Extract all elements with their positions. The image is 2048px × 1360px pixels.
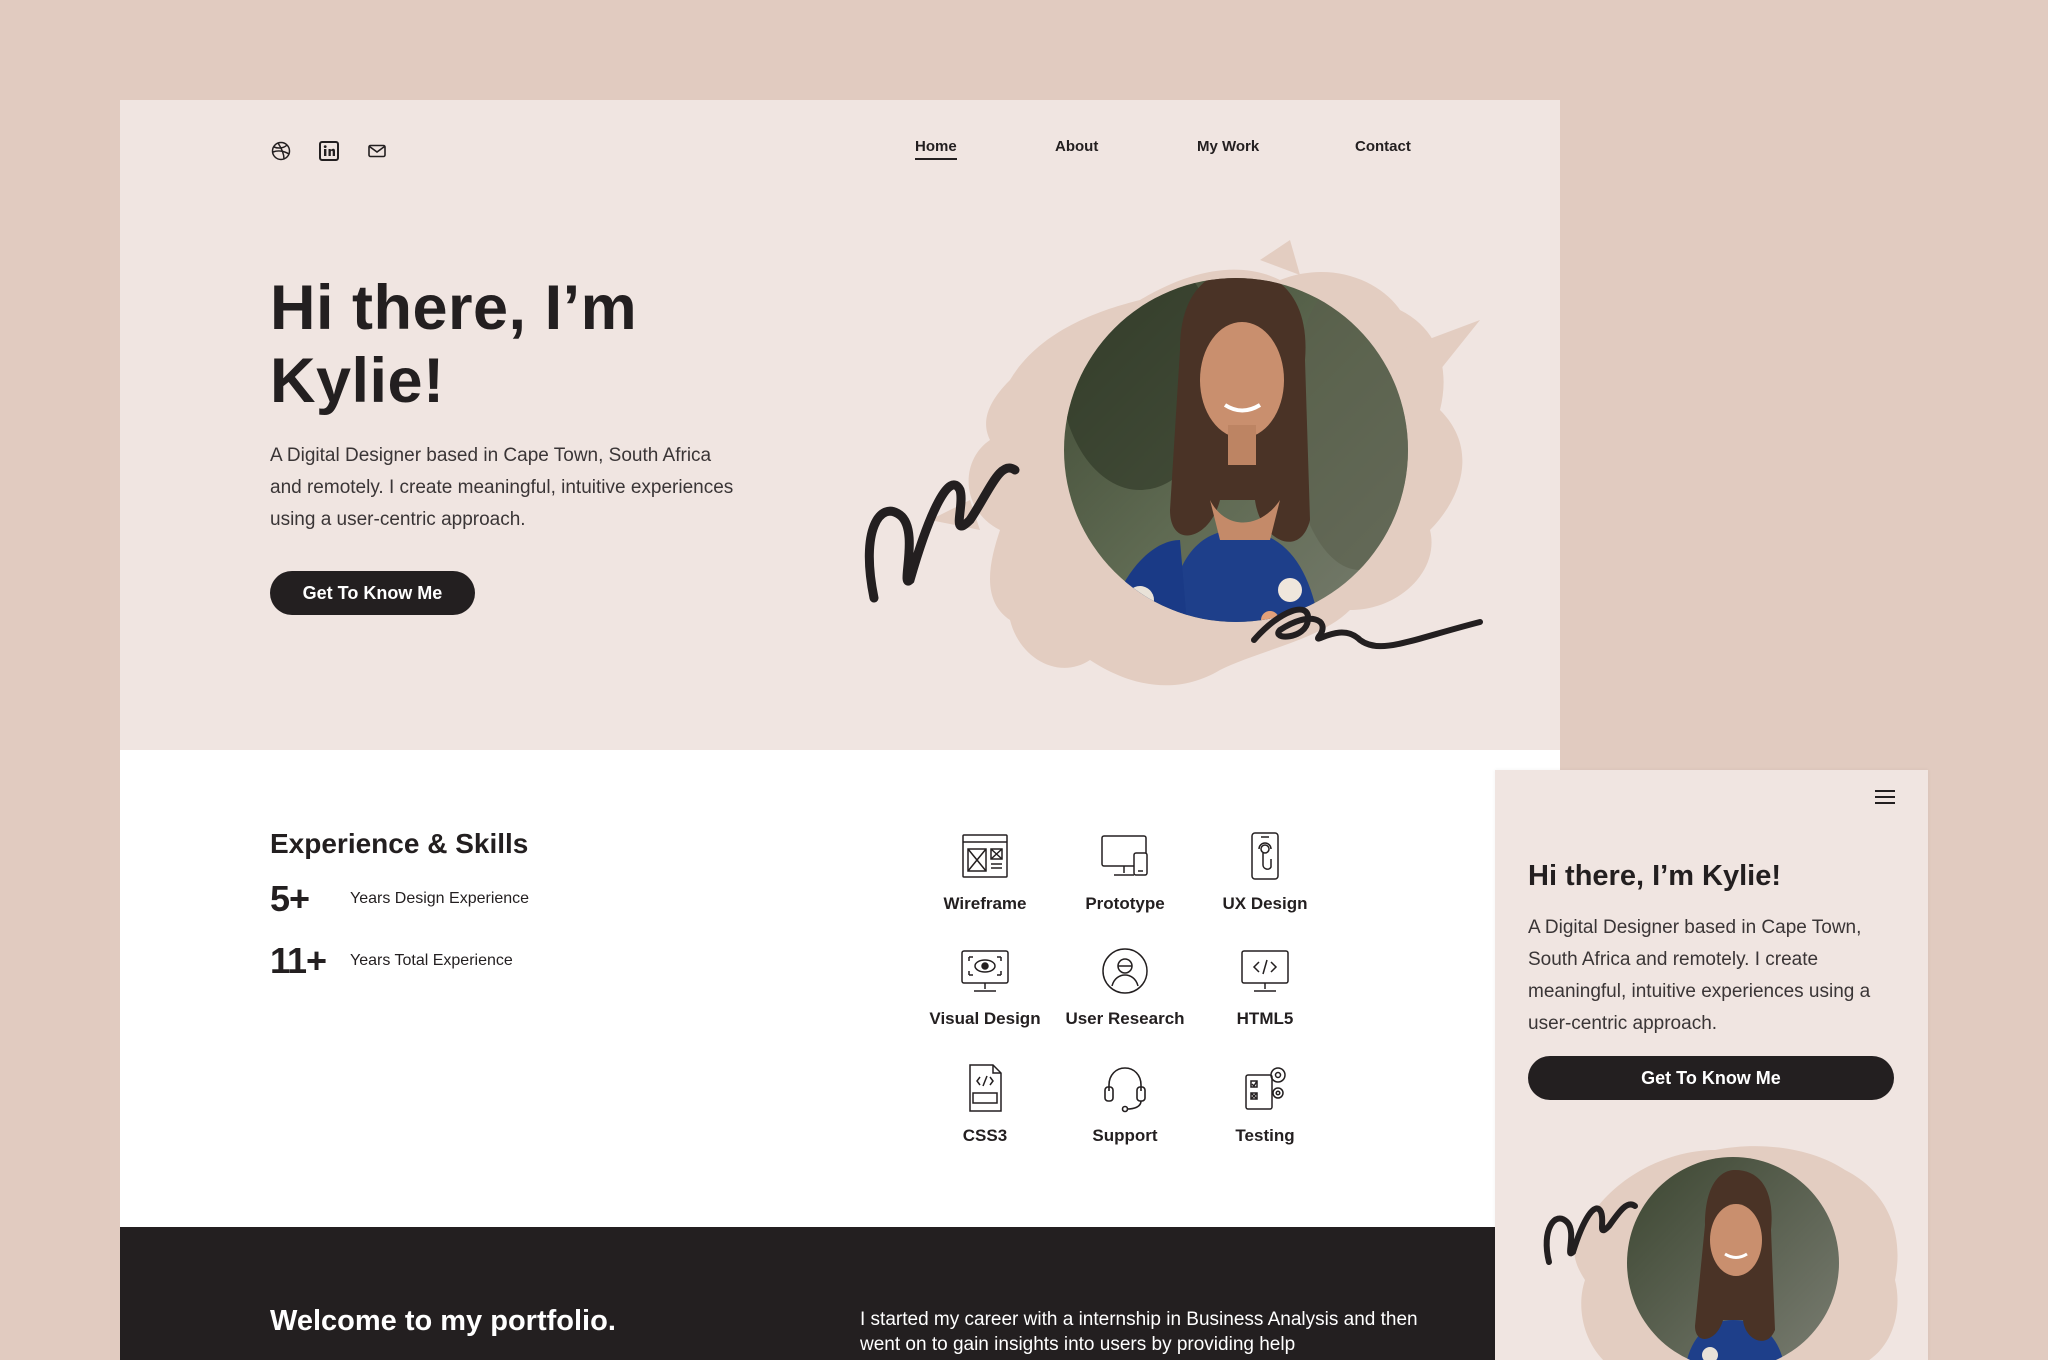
welcome-heading: Welcome to my portfolio.: [270, 1305, 616, 1337]
about-paragraph: I started my career with a internship in…: [860, 1309, 1418, 1355]
mobile-portrait-art: [1543, 1146, 1898, 1360]
skill-label: HTML5: [1236, 1009, 1294, 1028]
skill-support: Support: [1050, 1060, 1200, 1146]
stat-label: Years Design Experience: [350, 890, 530, 907]
skill-label: Visual Design: [929, 1009, 1041, 1028]
hero-portrait-art: [864, 240, 1483, 686]
skill-label: CSS3: [962, 1126, 1008, 1145]
user-research-icon: [1097, 943, 1153, 999]
skill-ux-design: UX Design: [1190, 828, 1340, 914]
skill-html5: HTML5: [1190, 943, 1340, 1029]
skill-label: Support: [1092, 1126, 1158, 1145]
visual-design-icon: [957, 943, 1013, 999]
mobile-get-to-know-me-button[interactable]: Get To Know Me: [1528, 1056, 1894, 1100]
main-nav: Home About My Work Contact: [915, 138, 1415, 168]
stat-value: 11+: [270, 940, 327, 981]
support-icon: [1097, 1060, 1153, 1116]
stat-total-experience: 11+ Years Total Experience: [270, 940, 513, 982]
skill-prototype: Prototype: [1050, 828, 1200, 914]
mobile-page: Hi there, I’m Kylie! A Digital Designer …: [1495, 770, 1928, 1360]
stat-value: 5+: [270, 878, 310, 919]
testing-icon: [1237, 1060, 1293, 1116]
mobile-hero-title: Hi there, I’m Kylie!: [1528, 860, 1782, 892]
linkedin-icon[interactable]: [318, 140, 340, 162]
html5-icon: [1237, 943, 1293, 999]
mail-icon[interactable]: [366, 140, 388, 162]
hero-title: Hi there, I’m Kylie!: [270, 272, 870, 418]
stat-label: Years Total Experience: [350, 952, 513, 969]
skill-label: UX Design: [1222, 894, 1308, 913]
css3-icon: [957, 1060, 1013, 1116]
skill-label: Prototype: [1085, 894, 1165, 913]
hero-title-line-1: Hi there, I’m: [270, 273, 638, 343]
get-to-know-me-button[interactable]: Get To Know Me: [270, 571, 475, 615]
skill-testing: Testing: [1190, 1060, 1340, 1146]
dribbble-icon[interactable]: [270, 140, 292, 162]
prototype-icon: [1097, 828, 1153, 884]
wireframe-icon: [957, 828, 1013, 884]
nav-contact[interactable]: Contact: [1355, 138, 1411, 155]
skills-grid: Wireframe Prototype UX Design Visual Des…: [910, 828, 1340, 1168]
skill-user-research: User Research: [1050, 943, 1200, 1029]
skill-visual-design: Visual Design: [910, 943, 1060, 1029]
hero-section: Home About My Work Contact Hi there, I’m…: [120, 100, 1560, 750]
desktop-page: Home About My Work Contact Hi there, I’m…: [120, 100, 1560, 1360]
skill-css3: CSS3: [910, 1060, 1060, 1146]
stat-design-experience: 5+ Years Design Experience: [270, 878, 529, 920]
experience-title: Experience & Skills: [270, 828, 529, 859]
skill-wireframe: Wireframe: [910, 828, 1060, 914]
nav-home[interactable]: Home: [915, 138, 957, 160]
social-links: [270, 140, 388, 162]
nav-about[interactable]: About: [1055, 138, 1098, 155]
ux-design-icon: [1237, 828, 1293, 884]
welcome-section: Welcome to my portfolio. I started my ca…: [120, 1227, 1560, 1360]
mobile-hero-description: A Digital Designer based in Cape Town, S…: [1528, 917, 1871, 1034]
nav-my-work[interactable]: My Work: [1197, 138, 1259, 155]
skill-label: User Research: [1065, 1009, 1185, 1028]
hero-description: A Digital Designer based in Cape Town, S…: [270, 445, 734, 530]
hero-title-line-2: Kylie!: [270, 346, 445, 416]
hamburger-menu-icon[interactable]: [1874, 788, 1896, 811]
skill-label: Wireframe: [943, 894, 1027, 913]
skill-label: Testing: [1235, 1126, 1295, 1145]
